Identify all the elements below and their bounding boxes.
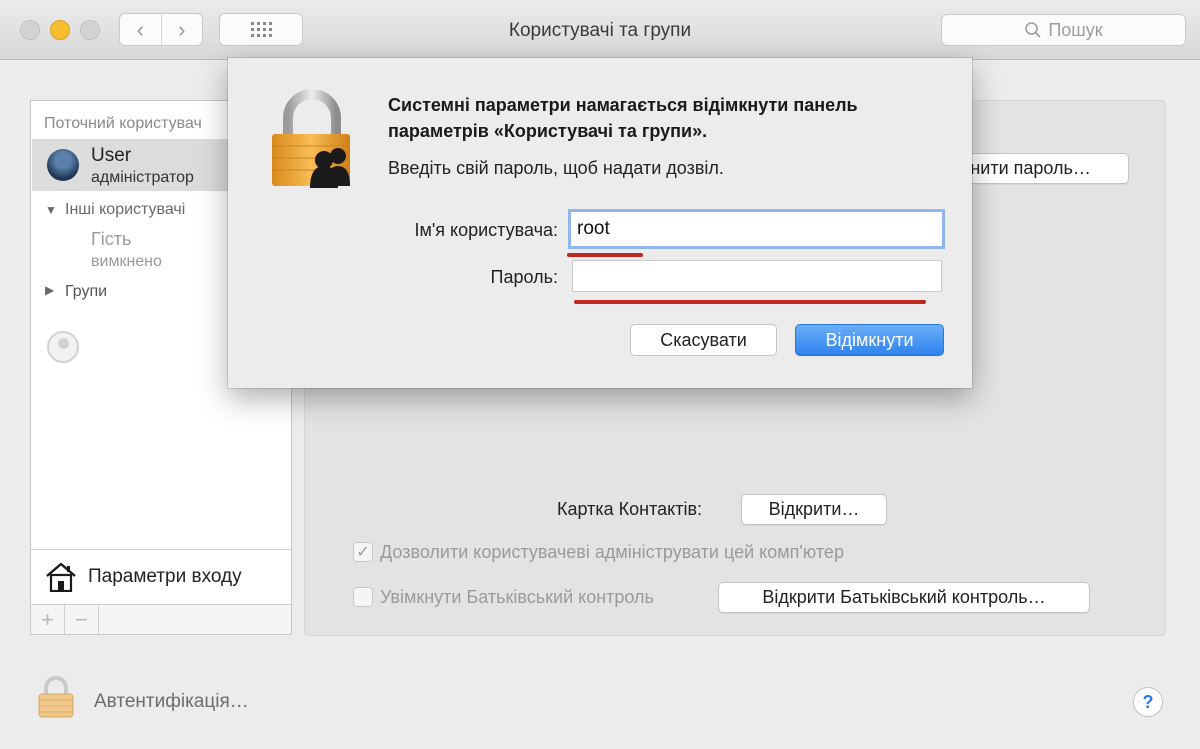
current-user-role: адміністратор <box>91 169 194 186</box>
guest-avatar <box>47 331 79 363</box>
search-field[interactable]: Пошук <box>941 14 1186 46</box>
show-all-grid-icon <box>250 22 272 37</box>
house-icon <box>46 562 76 592</box>
sidebar-item-groups[interactable]: Групи <box>65 283 107 301</box>
current-user-name: User <box>91 145 132 166</box>
search-icon <box>1025 22 1041 38</box>
username-label: Ім'я користувача: <box>414 220 558 240</box>
login-options-label: Параметри входу <box>88 566 242 587</box>
sidebar-item-guest[interactable]: Гість <box>91 229 131 250</box>
minimize-window-button[interactable] <box>50 20 70 40</box>
sidebar-toolbar: + − <box>31 604 291 634</box>
padlock-users-icon <box>272 90 350 188</box>
disclosure-down-icon[interactable]: ▼ <box>45 203 57 217</box>
window-title: Користувачі та групи <box>508 20 692 41</box>
disclosure-right-icon[interactable]: ▶ <box>45 283 54 297</box>
current-user-section-label: Поточний користувач <box>44 115 202 132</box>
guest-status: вимкнено <box>91 253 162 270</box>
avatar <box>47 149 79 181</box>
password-label: Пароль: <box>490 267 558 287</box>
open-parental-controls-button[interactable]: Відкрити Батьківський контроль… <box>718 582 1090 613</box>
annotation-underline <box>574 300 926 304</box>
password-field[interactable] <box>572 260 942 292</box>
unlock-button[interactable]: Відімкнути <box>795 324 944 356</box>
contacts-card-label: Картка Контактів: <box>557 499 703 519</box>
help-button[interactable]: ? <box>1133 687 1163 717</box>
chevron-right-icon: › <box>178 16 186 42</box>
zoom-window-button[interactable] <box>80 20 100 40</box>
back-button[interactable]: ‹ <box>120 14 161 45</box>
authentication-label[interactable]: Автентифікація… <box>94 691 249 713</box>
open-contacts-button[interactable]: Відкрити… <box>741 494 887 525</box>
other-users-section-label: Інші користувачі <box>65 201 186 218</box>
dialog-title: Системні параметри намагається відімкнут… <box>388 95 858 141</box>
parental-controls-label: Увімкнути Батьківський контроль <box>380 587 654 607</box>
parental-controls-checkbox[interactable] <box>353 587 373 607</box>
allow-admin-checkbox[interactable]: ✓ <box>353 542 373 562</box>
title-bar: ‹ › Користувачі та групи Пошук <box>0 0 1200 60</box>
add-user-button[interactable]: + <box>31 605 65 634</box>
username-field[interactable]: root <box>568 209 945 249</box>
remove-user-button[interactable]: − <box>65 605 99 634</box>
close-window-button[interactable] <box>20 20 40 40</box>
chevron-left-icon: ‹ <box>136 16 144 42</box>
annotation-underline <box>567 253 643 257</box>
show-all-button[interactable] <box>219 13 303 46</box>
forward-button[interactable]: › <box>160 14 203 45</box>
dialog-message: Введіть свій пароль, щоб надати дозвіл. <box>388 158 724 178</box>
back-forward-buttons: ‹ › <box>119 13 203 46</box>
cancel-button[interactable]: Скасувати <box>630 324 777 356</box>
login-options-item[interactable]: Параметри входу <box>31 549 291 604</box>
lock-icon[interactable] <box>38 676 74 718</box>
auth-dialog: Системні параметри намагається відімкнут… <box>228 58 972 388</box>
allow-admin-label: Дозволити користувачеві адмініструвати ц… <box>380 542 844 562</box>
search-placeholder: Пошук <box>1048 19 1103 40</box>
